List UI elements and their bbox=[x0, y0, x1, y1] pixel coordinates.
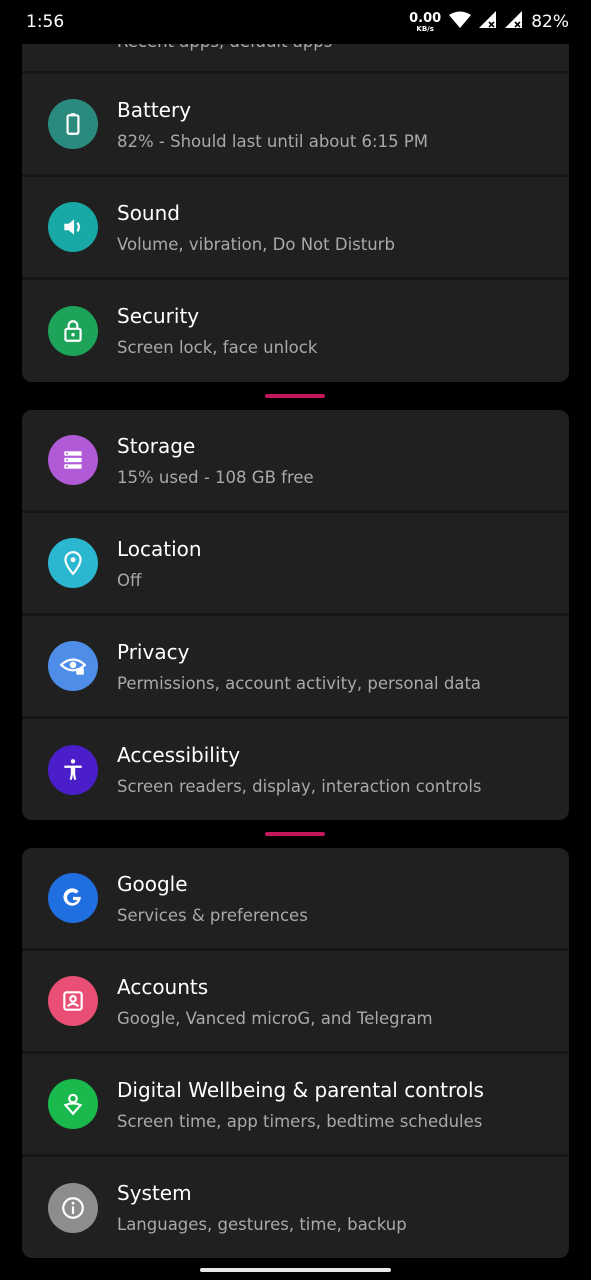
cell-signal-icon bbox=[479, 10, 497, 34]
settings-item-subtitle: Screen time, app timers, bedtime schedul… bbox=[117, 1112, 483, 1131]
account-icon bbox=[48, 976, 98, 1026]
settings-item-title: System bbox=[117, 1181, 192, 1205]
cell-signal-icon-2 bbox=[505, 10, 523, 34]
settings-item-title: Accounts bbox=[117, 975, 209, 999]
settings-item-subtitle: Google, Vanced microG, and Telegram bbox=[117, 1009, 433, 1028]
settings-item-subtitle: 82% - Should last until about 6:15 PM bbox=[117, 132, 429, 151]
settings-item-google[interactable]: Google Services & preferences bbox=[22, 848, 569, 951]
settings-item-title: Location bbox=[117, 537, 202, 561]
settings-item-subtitle: 15% used - 108 GB free bbox=[117, 468, 314, 487]
accessibility-icon bbox=[48, 744, 98, 795]
settings-item-digital-wellbeing[interactable]: Digital Wellbeing & parental controls Sc… bbox=[22, 1054, 569, 1157]
settings-item-security[interactable]: Security Screen lock, face unlock bbox=[22, 280, 569, 382]
status-bar: 1:56 0.00 KB/s 82% bbox=[0, 0, 591, 44]
settings-item-title: Battery bbox=[117, 98, 192, 122]
status-time: 1:56 bbox=[26, 12, 65, 32]
settings-item-location[interactable]: Location Off bbox=[22, 513, 569, 616]
settings-item-subtitle: Screen lock, face unlock bbox=[117, 338, 318, 357]
settings-item-subtitle: Services & preferences bbox=[117, 906, 308, 925]
location-pin-icon bbox=[48, 538, 98, 588]
volume-icon bbox=[48, 202, 98, 252]
privacy-eye-icon bbox=[48, 641, 98, 691]
wellbeing-icon bbox=[48, 1079, 98, 1129]
group-divider bbox=[265, 394, 325, 398]
settings-item-title: Security bbox=[117, 304, 200, 328]
settings-item-storage[interactable]: Storage 15% used - 108 GB free bbox=[22, 410, 569, 513]
google-icon bbox=[48, 873, 98, 923]
settings-group-1: Recent apps, default apps Battery 82% - … bbox=[22, 4, 569, 382]
settings-item-subtitle: Permissions, account activity, personal … bbox=[117, 674, 482, 693]
info-icon bbox=[48, 1182, 98, 1233]
settings-item-privacy[interactable]: Privacy Permissions, account activity, p… bbox=[22, 616, 569, 719]
network-speed: 0.00 KB/s bbox=[409, 12, 441, 33]
network-speed-value: 0.00 bbox=[409, 10, 442, 26]
settings-item-subtitle: Screen readers, display, interaction con… bbox=[117, 777, 482, 796]
settings-item-system[interactable]: System Languages, gestures, time, backup bbox=[22, 1157, 569, 1258]
battery-icon bbox=[48, 99, 98, 149]
settings-item-accounts[interactable]: Accounts Google, Vanced microG, and Tele… bbox=[22, 951, 569, 1054]
settings-group-2: Storage 15% used - 108 GB free Location … bbox=[22, 410, 569, 820]
settings-item-subtitle: Off bbox=[117, 571, 142, 590]
home-indicator[interactable] bbox=[200, 1268, 391, 1272]
settings-item-title: Privacy bbox=[117, 640, 190, 664]
lock-icon bbox=[48, 306, 98, 356]
settings-item-title: Accessibility bbox=[117, 743, 241, 767]
settings-group-3: Google Services & preferences Accounts G… bbox=[22, 848, 569, 1258]
wifi-icon bbox=[449, 11, 472, 34]
network-speed-unit: KB/s bbox=[416, 24, 434, 33]
settings-item-sound[interactable]: Sound Volume, vibration, Do Not Disturb bbox=[22, 177, 569, 280]
group-divider bbox=[265, 832, 325, 836]
settings-item-title: Digital Wellbeing & parental controls bbox=[117, 1078, 484, 1102]
settings-item-battery[interactable]: Battery 82% - Should last until about 6:… bbox=[22, 74, 569, 177]
settings-item-accessibility[interactable]: Accessibility Screen readers, display, i… bbox=[22, 719, 569, 820]
settings-item-title: Sound bbox=[117, 201, 180, 225]
battery-percent: 82% bbox=[531, 12, 569, 32]
settings-item-subtitle: Languages, gestures, time, backup bbox=[117, 1215, 407, 1234]
status-icons: 0.00 KB/s 82% bbox=[409, 10, 569, 34]
storage-icon bbox=[48, 435, 98, 485]
settings-item-title: Google bbox=[117, 872, 188, 896]
settings-item-subtitle: Volume, vibration, Do Not Disturb bbox=[117, 235, 395, 254]
settings-item-title: Storage bbox=[117, 434, 196, 458]
